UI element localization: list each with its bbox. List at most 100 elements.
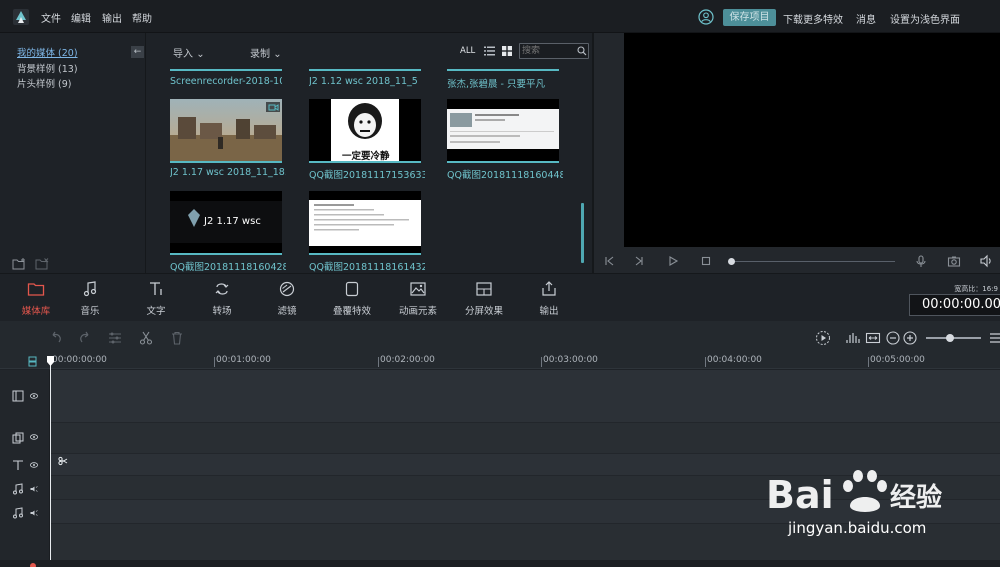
eye-icon[interactable] xyxy=(30,393,38,399)
light-theme-link[interactable]: 设置为浅色界面 xyxy=(890,11,960,26)
tool-elements[interactable]: 动画元素 xyxy=(388,280,448,317)
thumbnail-caption: 一定要冷静 xyxy=(342,151,390,161)
zoom-slider-handle[interactable] xyxy=(946,334,954,342)
media-thumbnail-image[interactable] xyxy=(309,191,421,253)
media-item-label[interactable]: 张杰,张碧晨 - 只要平凡 xyxy=(447,76,559,90)
search-input[interactable] xyxy=(522,45,574,57)
category-intro-samples[interactable]: 片头样例 (9) xyxy=(17,76,71,90)
media-thumbnail-image[interactable] xyxy=(447,99,559,161)
scissors-icon[interactable] xyxy=(138,330,154,346)
ruler-time-label: 00:01:00:00 xyxy=(216,355,271,365)
chevron-down-icon: ⌄ xyxy=(196,49,205,60)
delete-icon[interactable] xyxy=(169,330,185,346)
filter-all-button[interactable]: ALL xyxy=(460,46,475,56)
media-item-label[interactable]: J2 1.17 wsc 2018_11_18... xyxy=(170,167,286,178)
media-thumbnail-image[interactable]: 一定要冷静 xyxy=(309,99,421,161)
aspect-ratio-label: 宽高比：16:9 xyxy=(954,285,998,293)
media-item-label[interactable]: QQ截图20181117153633 xyxy=(309,167,425,181)
menu-edit[interactable]: 编辑 xyxy=(71,10,91,25)
record-dropdown[interactable]: 录制 ⌄ xyxy=(250,45,282,60)
remove-folder-icon[interactable] xyxy=(35,257,50,270)
microphone-icon[interactable] xyxy=(914,254,928,268)
account-icon[interactable] xyxy=(698,9,714,25)
media-item-label[interactable]: QQ截图20181118160428 xyxy=(170,259,286,273)
music-track-icon xyxy=(13,507,23,519)
audio-mixer-icon[interactable] xyxy=(845,330,861,346)
zoom-to-fit-icon[interactable] xyxy=(865,330,881,346)
stop-icon[interactable] xyxy=(699,254,713,268)
ruler-time-label: 00:02:00:00 xyxy=(380,355,435,365)
category-my-media[interactable]: 我的媒体 (20) xyxy=(17,45,78,59)
search-icon[interactable] xyxy=(577,46,587,56)
play-icon[interactable] xyxy=(666,254,680,268)
skip-back-icon[interactable] xyxy=(602,254,616,268)
speaker-icon[interactable] xyxy=(30,510,38,516)
collapse-sidebar-button[interactable]: ← xyxy=(131,46,144,58)
document-screenshot-image xyxy=(309,200,421,246)
menu-bar: 文件 编辑 输出 帮助 保存项目 下载更多特效 消息 设置为浅色界面 xyxy=(0,0,1000,33)
render-preview-icon[interactable] xyxy=(815,330,831,346)
snap-icon[interactable] xyxy=(28,356,37,367)
clip-progress-strip xyxy=(447,69,559,71)
media-thumbnail-video[interactable] xyxy=(170,99,282,161)
tool-split-screen[interactable]: 分屏效果 xyxy=(454,280,514,317)
volume-icon[interactable] xyxy=(979,254,993,268)
overlay-track[interactable] xyxy=(50,423,1000,454)
download-effects-link[interactable]: 下载更多特效 xyxy=(783,11,843,26)
zoom-in-icon[interactable] xyxy=(902,330,918,346)
import-dropdown[interactable]: 导入 ⌄ xyxy=(173,45,205,60)
speaker-icon[interactable] xyxy=(30,486,38,492)
media-item-label[interactable]: QQ截图20181118160448 xyxy=(447,167,563,181)
tool-transition[interactable]: 转场 xyxy=(192,280,252,317)
media-item-label[interactable]: J2 1.12 wsc 2018_11_5 1... xyxy=(309,76,421,87)
snapshot-camera-icon[interactable] xyxy=(947,254,961,268)
track-header-column xyxy=(0,370,50,567)
zoom-out-icon[interactable] xyxy=(885,330,901,346)
tool-overlay[interactable]: 叠覆特效 xyxy=(322,280,382,317)
category-background-samples[interactable]: 背景样例 (13) xyxy=(17,61,78,75)
grid-view-icon[interactable] xyxy=(502,46,512,56)
tool-label: 输出 xyxy=(539,306,559,317)
tool-music[interactable]: 音乐 xyxy=(60,280,120,317)
menu-help[interactable]: 帮助 xyxy=(132,10,152,25)
menu-icon[interactable] xyxy=(988,330,1000,346)
menu-file[interactable]: 文件 xyxy=(41,10,61,25)
playhead-handle[interactable] xyxy=(47,356,54,366)
playback-progress-track[interactable] xyxy=(731,261,895,262)
tool-media-library[interactable]: 媒体库 xyxy=(6,280,66,317)
menu-export[interactable]: 输出 xyxy=(102,10,122,25)
music-track-icon xyxy=(13,483,23,495)
thumbnail-caption: J2 1.17 wsc xyxy=(204,216,261,227)
eye-icon[interactable] xyxy=(30,462,38,468)
media-item-label[interactable]: QQ截图20181118161432 xyxy=(309,259,425,273)
ruler-time-label: 00:03:00:00 xyxy=(543,355,598,365)
timeline-ruler[interactable]: 00:00:00:00 00:01:00:00 00:02:00:00 00:0… xyxy=(0,355,1000,369)
tool-label: 文字 xyxy=(146,306,166,317)
messages-link[interactable]: 消息 xyxy=(856,11,876,26)
category-list: 我的媒体 (20) 背景样例 (13) 片头样例 (9) ← xyxy=(0,33,146,273)
media-thumbnail-image[interactable]: J2 1.17 wsc xyxy=(170,191,282,253)
tool-filter[interactable]: 滤镜 xyxy=(257,280,317,317)
undo-icon[interactable] xyxy=(48,330,64,346)
step-back-icon[interactable] xyxy=(632,254,646,268)
tool-text[interactable]: 文字 xyxy=(126,280,186,317)
eye-icon[interactable] xyxy=(30,434,38,440)
media-scrollbar[interactable] xyxy=(581,203,584,263)
redo-icon[interactable] xyxy=(77,330,93,346)
list-view-icon[interactable] xyxy=(484,46,495,56)
search-box[interactable] xyxy=(519,43,589,59)
preview-screen xyxy=(624,33,1000,247)
playhead-line[interactable] xyxy=(50,358,51,567)
adjust-icon[interactable] xyxy=(107,330,123,346)
export-icon xyxy=(542,281,556,296)
video-track[interactable] xyxy=(50,370,1000,423)
save-project-button[interactable]: 保存项目 xyxy=(723,9,776,26)
elements-icon xyxy=(410,282,426,296)
media-item-label[interactable]: Screenrecorder-2018-10... xyxy=(170,76,282,87)
add-folder-icon[interactable] xyxy=(12,257,27,270)
transition-icon xyxy=(215,283,229,295)
app-logo-icon xyxy=(13,9,29,25)
tool-export[interactable]: 输出 xyxy=(519,280,579,317)
playback-progress-handle[interactable] xyxy=(728,258,735,265)
clip-progress-strip xyxy=(309,161,421,163)
